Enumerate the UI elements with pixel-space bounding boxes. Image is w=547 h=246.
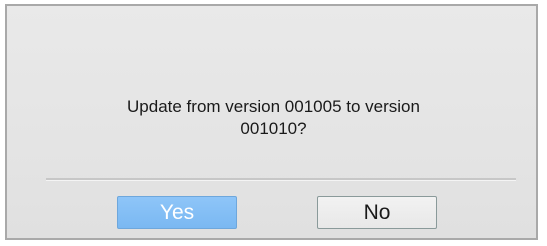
update-confirm-dialog: Update from version 001005 to version 00… — [5, 4, 538, 240]
dialog-message: Update from version 001005 to version 00… — [7, 96, 540, 140]
yes-button[interactable]: Yes — [117, 196, 237, 229]
dialog-message-line-1: Update from version 001005 to version — [127, 97, 420, 116]
dialog-divider — [46, 178, 516, 181]
dialog-message-line-2: 001010? — [240, 119, 307, 138]
no-button[interactable]: No — [317, 196, 437, 229]
